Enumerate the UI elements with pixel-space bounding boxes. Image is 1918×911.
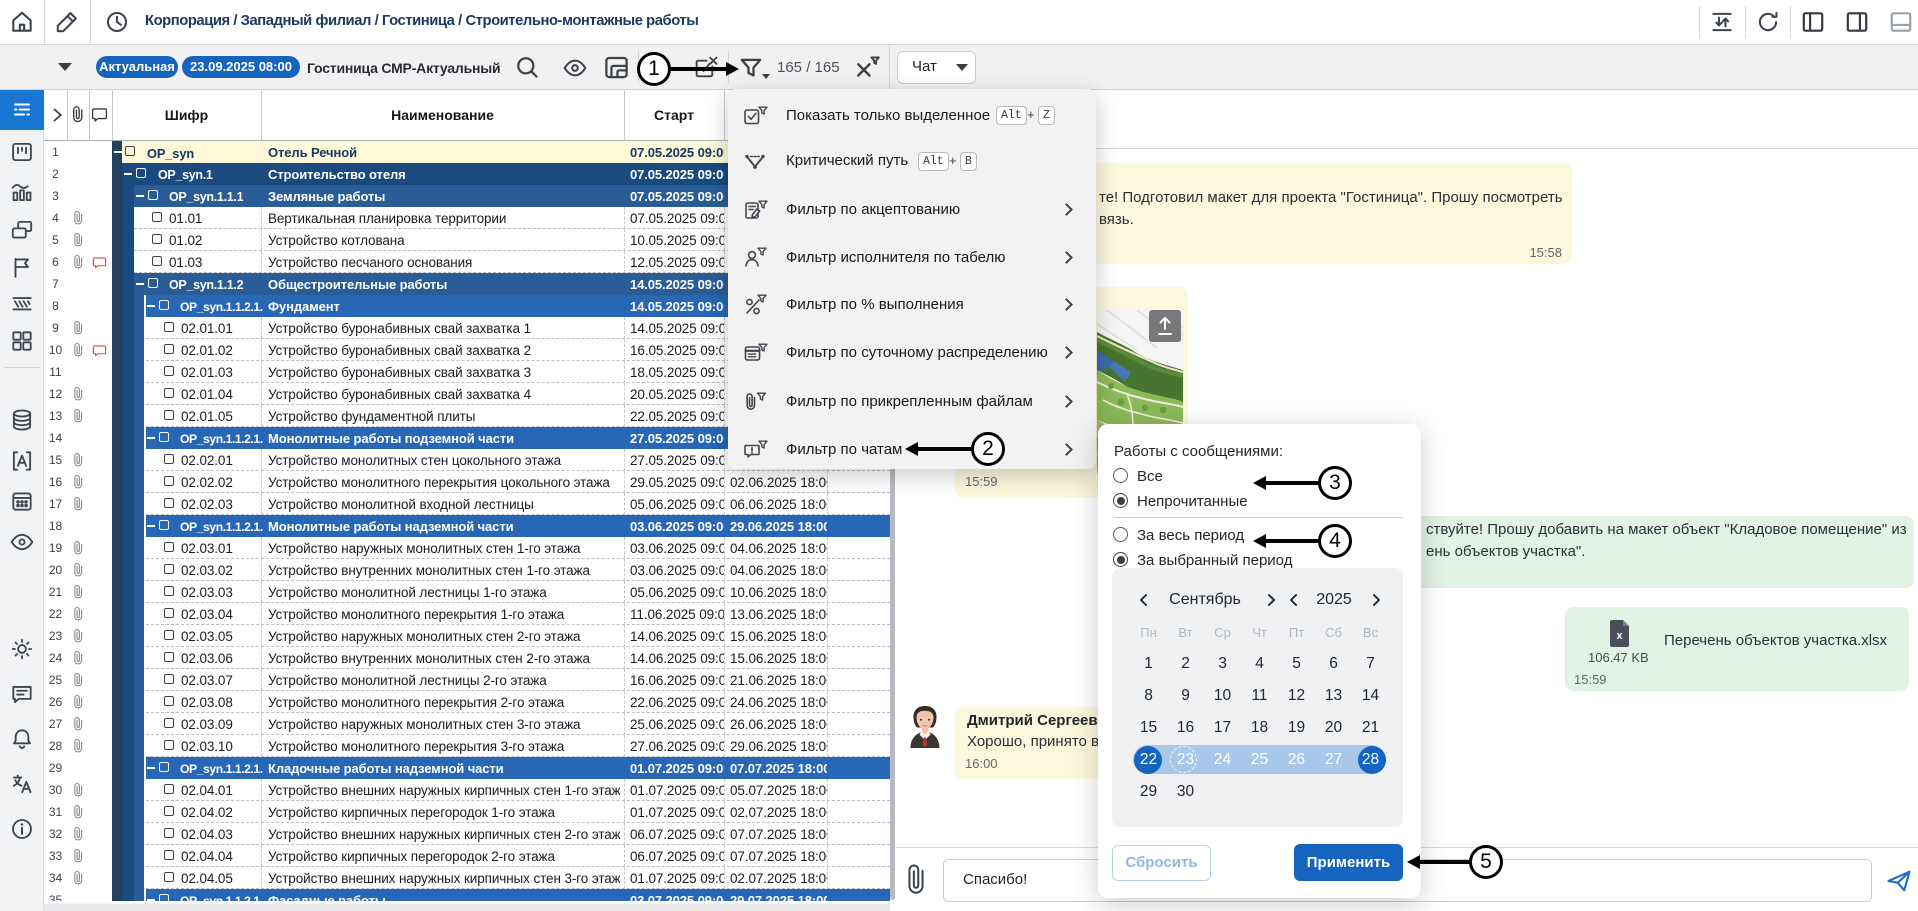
svg-text:x: x bbox=[1616, 630, 1623, 642]
